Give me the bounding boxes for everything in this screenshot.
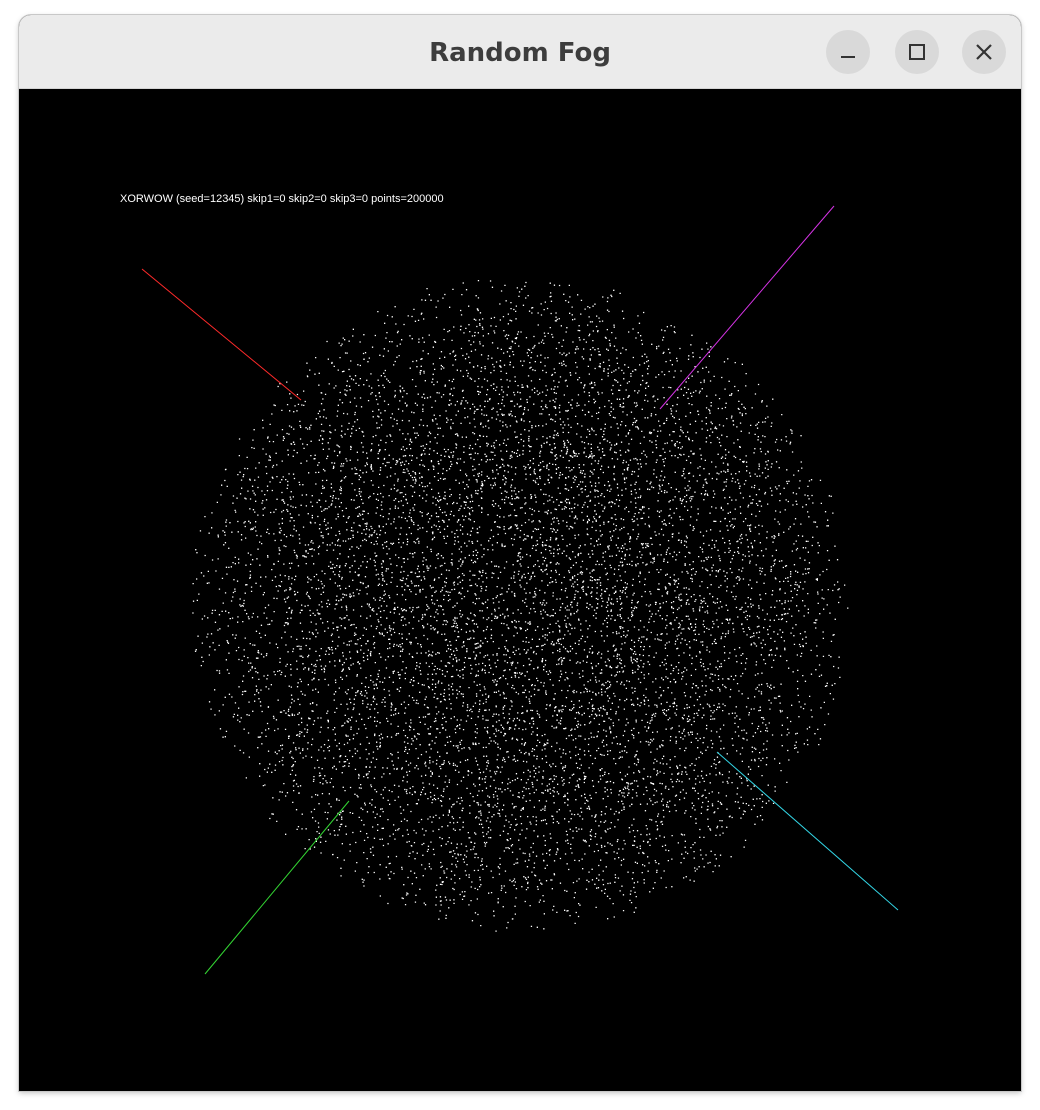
fog-scene xyxy=(141,205,899,975)
red-axis xyxy=(141,268,302,401)
title-bar[interactable]: Random Fog xyxy=(19,15,1021,89)
fog-points xyxy=(192,279,849,932)
close-button[interactable] xyxy=(962,30,1006,74)
fog-sphere xyxy=(192,279,849,932)
magenta-axis xyxy=(659,205,835,410)
maximize-button[interactable] xyxy=(895,30,939,74)
window-title: Random Fog xyxy=(429,38,611,68)
minimize-button[interactable] xyxy=(826,30,870,74)
maximize-icon xyxy=(909,44,925,60)
close-icon xyxy=(976,44,992,60)
green-axis xyxy=(204,800,350,975)
app-window: Random Fog XORWOW (seed=12345) skip1=0 s… xyxy=(19,15,1021,1091)
minimize-icon xyxy=(841,56,855,58)
render-canvas[interactable]: XORWOW (seed=12345) skip1=0 skip2=0 skip… xyxy=(19,89,1021,1091)
cyan-axis xyxy=(716,751,899,911)
